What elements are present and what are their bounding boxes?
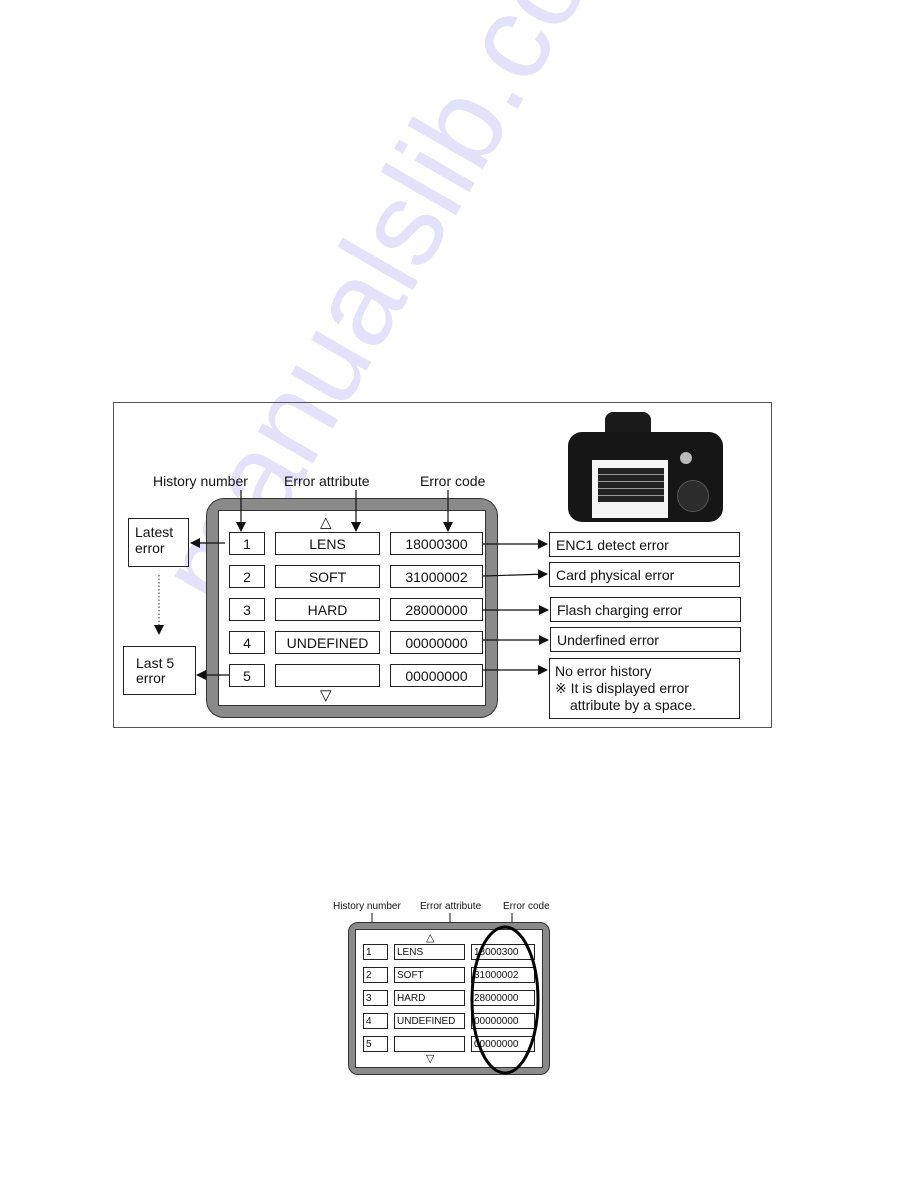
- small-scroll-up-icon: △: [426, 932, 435, 944]
- small-history-number-label: History number: [333, 901, 401, 912]
- small-error-attribute-cell: HARD: [394, 990, 465, 1006]
- small-history-number-cell: 2: [363, 967, 388, 983]
- small-error-attribute-label: Error attribute: [420, 901, 482, 912]
- small-history-number-cell: 5: [363, 1036, 388, 1052]
- small-error-code-cell: 00000000: [471, 1013, 535, 1029]
- arrow-row-2: [482, 569, 548, 580]
- small-error-attribute-cell: LENS: [394, 944, 465, 960]
- small-error-code-cell: 31000002: [471, 967, 535, 983]
- small-error-code-label: Error code: [503, 901, 550, 912]
- small-error-code-cell: 28000000: [471, 990, 535, 1006]
- small-history-number-cell: 4: [363, 1013, 388, 1029]
- small-error-code-cell: 00000000: [471, 1036, 535, 1052]
- small-error-attribute-cell: [394, 1036, 465, 1052]
- small-history-number-cell: 1: [363, 944, 388, 960]
- small-error-attribute-cell: UNDEFINED: [394, 1013, 465, 1029]
- small-scroll-down-icon: ▽: [426, 1053, 435, 1065]
- small-error-attribute-cell: SOFT: [394, 967, 465, 983]
- small-history-number-cell: 3: [363, 990, 388, 1006]
- small-error-code-cell: 18000300: [471, 944, 535, 960]
